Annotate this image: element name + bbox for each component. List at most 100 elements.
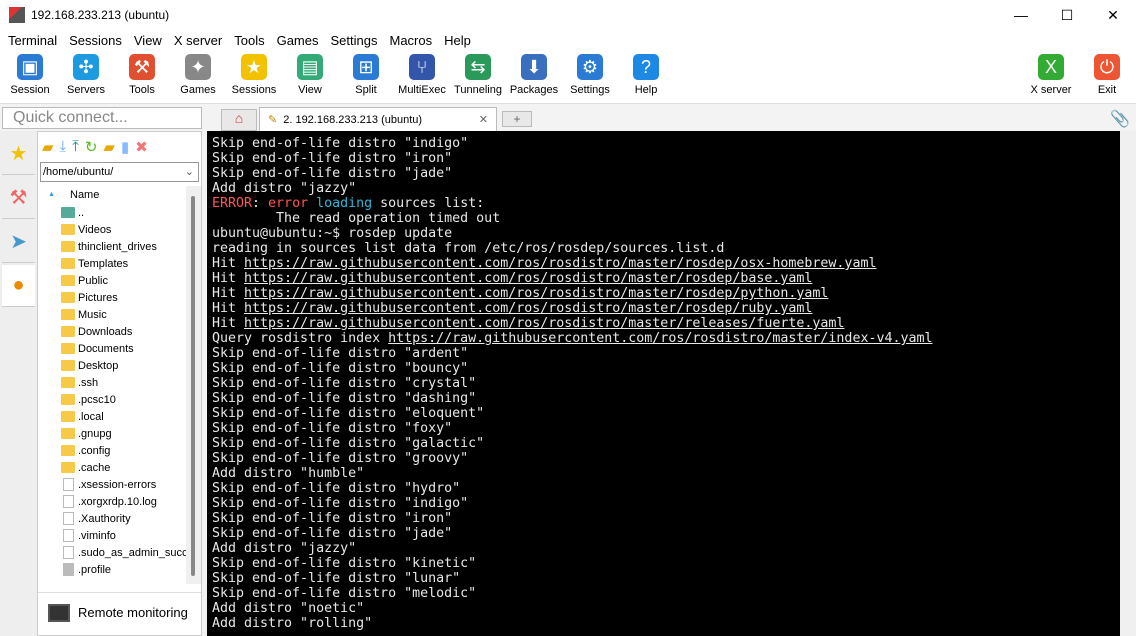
- terminal-text: Skip end-of-life distro "indigo": [212, 136, 469, 151]
- file-item[interactable]: .xorgxrdp.10.log: [38, 493, 186, 510]
- terminal-line: Skip end-of-life distro "melodic": [212, 586, 1120, 601]
- remote-monitoring-button[interactable]: Remote monitoring: [38, 592, 201, 632]
- file-item[interactable]: Videos: [38, 221, 186, 238]
- app-icon: [9, 7, 25, 23]
- terminal-link[interactable]: https://raw.githubusercontent.com/ros/ro…: [244, 271, 812, 286]
- home-icon: ⌂: [234, 110, 244, 126]
- folder-icon: [61, 292, 75, 303]
- packages-button[interactable]: ⬇ Packages: [506, 54, 562, 96]
- close-tab-icon[interactable]: ✕: [479, 113, 488, 126]
- file-item[interactable]: .viminfo: [38, 527, 186, 544]
- tools-icon[interactable]: ⚒: [2, 177, 35, 219]
- home-tab[interactable]: ⌂: [221, 109, 257, 131]
- terminal-text: Add distro "jazzy": [212, 181, 357, 196]
- refresh-icon[interactable]: ↻: [85, 138, 98, 156]
- send-icon[interactable]: ➤: [2, 221, 35, 263]
- file-item[interactable]: thinclient_drives: [38, 238, 186, 255]
- menu-macros[interactable]: Macros: [383, 33, 438, 48]
- name-column-header[interactable]: Name: [38, 186, 186, 204]
- terminal-scrollbar[interactable]: [1120, 131, 1136, 636]
- exit-button[interactable]: ⏻ Exit: [1079, 54, 1135, 96]
- toolbar-label: Tunneling: [454, 84, 502, 96]
- servers-icon: ✣: [73, 54, 99, 80]
- menu-tools[interactable]: Tools: [228, 33, 270, 48]
- split-button[interactable]: ⊞ Split: [338, 54, 394, 96]
- settings-button[interactable]: ⚙ Settings: [562, 54, 618, 96]
- terminal-link[interactable]: https://raw.githubusercontent.com/ros/ro…: [244, 301, 812, 316]
- terminal-text: Skip end-of-life distro "crystal": [212, 376, 477, 391]
- file-item[interactable]: Public: [38, 272, 186, 289]
- toolbar-label: Split: [355, 84, 377, 96]
- terminal-output[interactable]: Skip end-of-life distro "indigo" Skip end…: [207, 131, 1120, 636]
- toolbar: ▣ Session ✣ Servers ⚒ Tools ✦ Games ★ Sessions ▤ Vi…: [0, 50, 1136, 104]
- file-icon: [63, 546, 74, 559]
- upload-icon[interactable]: ⤒: [72, 138, 79, 156]
- multiexec-button[interactable]: ⑂ MultiExec: [394, 54, 450, 96]
- help-button[interactable]: ? Help: [618, 54, 674, 96]
- sessions-button[interactable]: ★ Sessions: [226, 54, 282, 96]
- file-item[interactable]: .profile: [38, 561, 186, 578]
- file-item[interactable]: Documents: [38, 340, 186, 357]
- menu-x-server[interactable]: X server: [168, 33, 228, 48]
- terminal-link[interactable]: https://raw.githubusercontent.com/ros/ro…: [388, 331, 932, 346]
- star-icon[interactable]: ★: [2, 133, 35, 175]
- parent-folder-icon[interactable]: ▰: [42, 138, 54, 156]
- terminal-text: The read operation timed out: [212, 211, 501, 226]
- file-item[interactable]: .config: [38, 442, 186, 459]
- session-button[interactable]: ▣ Session: [2, 54, 58, 96]
- minimize-button[interactable]: —: [998, 0, 1044, 30]
- path-select[interactable]: /home/ubuntu/ ⌄: [40, 162, 199, 182]
- close-button[interactable]: ✕: [1090, 0, 1136, 30]
- menu-terminal[interactable]: Terminal: [2, 33, 63, 48]
- file-name: .pcsc10: [78, 393, 116, 406]
- new-folder-icon[interactable]: ▰: [103, 138, 115, 156]
- view-button[interactable]: ▤ View: [282, 54, 338, 96]
- menu-view[interactable]: View: [128, 33, 168, 48]
- servers-button[interactable]: ✣ Servers: [58, 54, 114, 96]
- file-item[interactable]: .ssh: [38, 374, 186, 391]
- quick-connect-input[interactable]: Quick connect...: [2, 107, 202, 129]
- menu-sessions[interactable]: Sessions: [63, 33, 128, 48]
- menu-games[interactable]: Games: [271, 33, 325, 48]
- attach-icon[interactable]: 📎: [1110, 109, 1130, 129]
- x-server-button[interactable]: X X server: [1023, 54, 1079, 96]
- file-name: ..: [78, 206, 85, 219]
- new-file-icon[interactable]: ▮: [121, 138, 129, 156]
- download-icon[interactable]: ⤓: [60, 138, 67, 156]
- file-item[interactable]: Music: [38, 306, 186, 323]
- file-item[interactable]: Pictures: [38, 289, 186, 306]
- terminal-link[interactable]: https://raw.githubusercontent.com/ros/ro…: [244, 316, 844, 331]
- terminal-line: Skip end-of-life distro "foxy": [212, 421, 1120, 436]
- tunneling-button[interactable]: ⇆ Tunneling: [450, 54, 506, 96]
- file-item[interactable]: .local: [38, 408, 186, 425]
- file-item[interactable]: .xsession-errors: [38, 476, 186, 493]
- new-tab-button[interactable]: +: [502, 111, 532, 127]
- terminal-text: Skip end-of-life distro "iron": [212, 511, 453, 526]
- file-item[interactable]: .gnupg: [38, 425, 186, 442]
- menu-help[interactable]: Help: [438, 33, 477, 48]
- folder-icon: [61, 428, 75, 439]
- sftp-icon[interactable]: ●: [2, 265, 35, 307]
- menu-settings[interactable]: Settings: [325, 33, 384, 48]
- terminal-text: Skip end-of-life distro "lunar": [212, 571, 461, 586]
- tools-button[interactable]: ⚒ Tools: [114, 54, 170, 96]
- file-item[interactable]: Downloads: [38, 323, 186, 340]
- file-item[interactable]: Templates: [38, 255, 186, 272]
- delete-icon[interactable]: ✖: [135, 138, 148, 156]
- file-list-scrollbar[interactable]: [186, 186, 201, 584]
- file-item[interactable]: .Xauthority: [38, 510, 186, 527]
- games-button[interactable]: ✦ Games: [170, 54, 226, 96]
- terminal-link[interactable]: https://raw.githubusercontent.com/ros/ro…: [244, 286, 828, 301]
- terminal-line: Query rosdistro index https://raw.github…: [212, 331, 1120, 346]
- terminal-line: Add distro "humble": [212, 466, 1120, 481]
- terminal-link[interactable]: https://raw.githubusercontent.com/ros/ro…: [244, 256, 876, 271]
- folder-icon: [61, 377, 75, 388]
- file-item[interactable]: Desktop: [38, 357, 186, 374]
- file-item[interactable]: .sudo_as_admin_successful: [38, 544, 186, 561]
- maximize-button[interactable]: ☐: [1044, 0, 1090, 30]
- terminal-text: Hit: [212, 316, 245, 331]
- file-item[interactable]: .pcsc10: [38, 391, 186, 408]
- file-item[interactable]: ..: [38, 204, 186, 221]
- tab-session[interactable]: ✎ 2. 192.168.233.213 (ubuntu) ✕: [259, 107, 497, 131]
- file-item[interactable]: .cache: [38, 459, 186, 476]
